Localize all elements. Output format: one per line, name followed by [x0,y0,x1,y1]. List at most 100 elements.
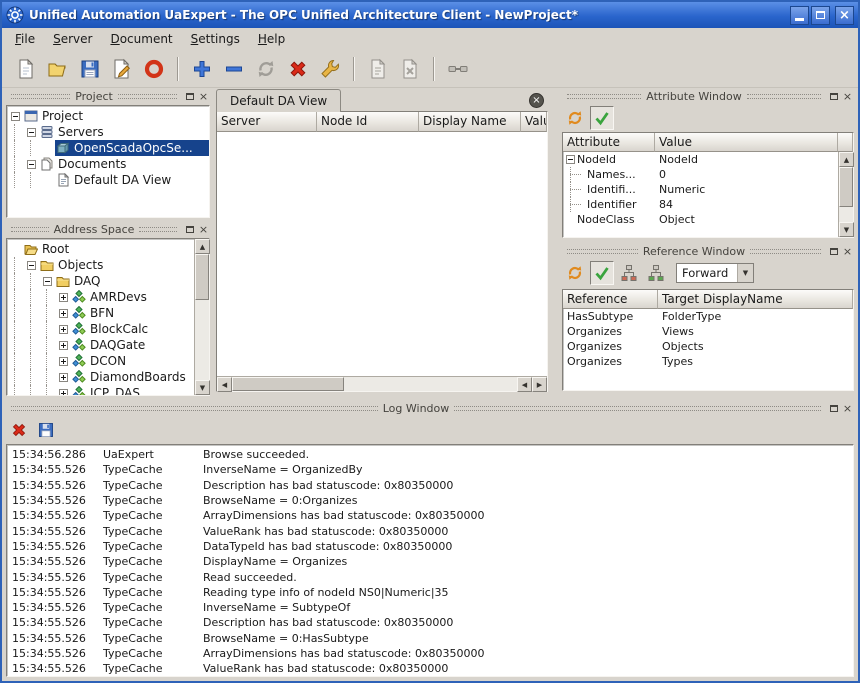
expander-minus-icon[interactable] [7,112,23,121]
reference-auto-update-button[interactable] [590,261,614,285]
da-view-horizontal-scrollbar[interactable]: ◀ ◀ ▶ [217,376,547,391]
reference-row[interactable]: OrganizesObjects [563,339,853,354]
expander-minus-icon[interactable] [23,160,39,169]
reference-window-float-button[interactable] [827,245,840,258]
expander-minus-icon[interactable] [39,277,55,286]
menu-settings[interactable]: Settings [182,29,249,49]
tree-item[interactable]: OpenScadaOpcSe... [7,140,209,156]
scroll-down-button[interactable]: ▼ [839,222,854,237]
tree-item[interactable]: Root [7,241,194,257]
tree-item[interactable]: Documents [7,156,209,172]
reference-window-close-button[interactable]: × [841,245,854,258]
scrollbar-track[interactable] [195,300,209,380]
tree-item[interactable]: DiamondBoards [7,369,194,385]
address-space-scrollbar[interactable]: ▲ ▼ [194,239,209,395]
tree-item[interactable]: Default DA View [7,172,209,188]
reference-refresh-button[interactable] [563,261,587,285]
scroll-left-button[interactable]: ◀ [217,377,232,392]
menu-help[interactable]: Help [249,29,294,49]
log-row[interactable]: 15:34:55.526TypeCacheBrowseName = 0:Orga… [7,493,853,508]
expander-plus-icon[interactable] [55,293,71,302]
remove-document-button[interactable] [395,54,425,84]
clear-log-button[interactable] [7,418,31,442]
column-header-attr-value[interactable]: Value [655,133,838,152]
address-space-float-button[interactable] [183,223,196,236]
log-row[interactable]: 15:34:55.526TypeCacheArrayDimensions has… [7,508,853,523]
save-log-button[interactable] [34,418,58,442]
reference-direction-combo[interactable]: Forward ▼ [676,263,754,283]
log-row[interactable]: 15:34:55.526TypeCacheBrowseName = 0:HasS… [7,631,853,646]
reference-row[interactable]: OrganizesTypes [563,354,853,369]
add-server-button[interactable] [187,54,217,84]
connect-server-button[interactable] [251,54,281,84]
attribute-auto-update-button[interactable] [590,106,614,130]
attribute-row[interactable]: NodeClassObject [563,212,838,227]
tree-item[interactable]: Objects [7,257,194,273]
scrollbar-thumb[interactable] [232,377,344,391]
server-settings-button[interactable] [315,54,345,84]
reference-hierarchy-green-button[interactable] [644,261,668,285]
scrollbar-track[interactable] [839,207,853,222]
attribute-row[interactable]: Identifi...Numeric [563,182,838,197]
log-row[interactable]: 15:34:55.526TypeCacheReading type info o… [7,585,853,600]
expander-plus-icon[interactable] [55,325,71,334]
tree-item[interactable]: AMRDevs [7,289,194,305]
new-project-button[interactable] [11,54,41,84]
reference-hierarchy-button[interactable] [617,261,641,285]
expander-minus-icon[interactable] [23,128,39,137]
column-header-server[interactable]: Server [217,112,317,132]
expander-plus-icon[interactable] [55,373,71,382]
tree-item[interactable]: DCON [7,353,194,369]
expander-plus-icon[interactable] [55,341,71,350]
log-row[interactable]: 15:34:55.526TypeCacheDisplayName = Organ… [7,554,853,569]
scroll-left-button-2[interactable]: ◀ [517,377,532,392]
add-document-button[interactable] [363,54,393,84]
log-row[interactable]: 15:34:56.286UaExpertBrowse succeeded. [7,447,853,462]
expander-plus-icon[interactable] [55,389,71,396]
close-button[interactable]: × [835,6,854,25]
maximize-button[interactable] [811,6,830,25]
reference-row[interactable]: OrganizesViews [563,324,853,339]
column-header-node-id[interactable]: Node Id [317,112,419,132]
save-project-button[interactable] [75,54,105,84]
attribute-row[interactable]: NodeIdNodeId [563,152,838,167]
scroll-right-button[interactable]: ▶ [532,377,547,392]
expander-minus-icon[interactable] [563,155,577,164]
attribute-window-close-button[interactable]: × [841,90,854,103]
tab-default-da-view[interactable]: Default DA View [216,89,341,112]
expander-minus-icon[interactable] [23,261,39,270]
column-header-target-displayname[interactable]: Target DisplayName [658,290,853,309]
log-row[interactable]: 15:34:55.526TypeCacheInverseName = Organ… [7,462,853,477]
column-header-reference[interactable]: Reference [563,290,658,309]
attribute-scrollbar[interactable]: ▲ ▼ [838,152,853,237]
project-panel-close-button[interactable]: × [197,90,210,103]
disconnect-server-button[interactable] [283,54,313,84]
tree-item[interactable]: BlockCalc [7,321,194,337]
attribute-row[interactable]: Names...0 [563,167,838,182]
quit-button[interactable] [139,54,169,84]
scrollbar-thumb[interactable] [839,167,853,207]
tree-item[interactable]: Servers [7,124,209,140]
attribute-row[interactable]: Identifier84 [563,197,838,212]
titlebar[interactable]: Unified Automation UaExpert - The OPC Un… [2,2,858,28]
column-header-attribute[interactable]: Attribute [563,133,655,152]
project-panel-float-button[interactable] [183,90,196,103]
scroll-up-button[interactable]: ▲ [839,152,854,167]
tree-item[interactable]: DAQGate [7,337,194,353]
column-header-display-name[interactable]: Display Name [419,112,521,132]
menu-file[interactable]: File [6,29,44,49]
tree-item[interactable]: ICP_DAS [7,385,194,395]
tree-item[interactable]: BFN [7,305,194,321]
log-window-float-button[interactable] [827,402,840,415]
reference-row[interactable]: HasSubtypeFolderType [563,309,853,324]
remove-server-button[interactable] [219,54,249,84]
log-row[interactable]: 15:34:55.526TypeCacheValueRank has bad s… [7,523,853,538]
attribute-window-float-button[interactable] [827,90,840,103]
tab-close-button[interactable]: × [529,93,544,108]
scrollbar-thumb[interactable] [195,254,209,300]
log-row[interactable]: 15:34:55.526TypeCacheRead succeeded. [7,569,853,584]
scroll-down-button[interactable]: ▼ [195,380,210,395]
expander-plus-icon[interactable] [55,309,71,318]
chevron-down-icon[interactable]: ▼ [737,264,753,282]
minimize-button[interactable] [790,6,809,25]
